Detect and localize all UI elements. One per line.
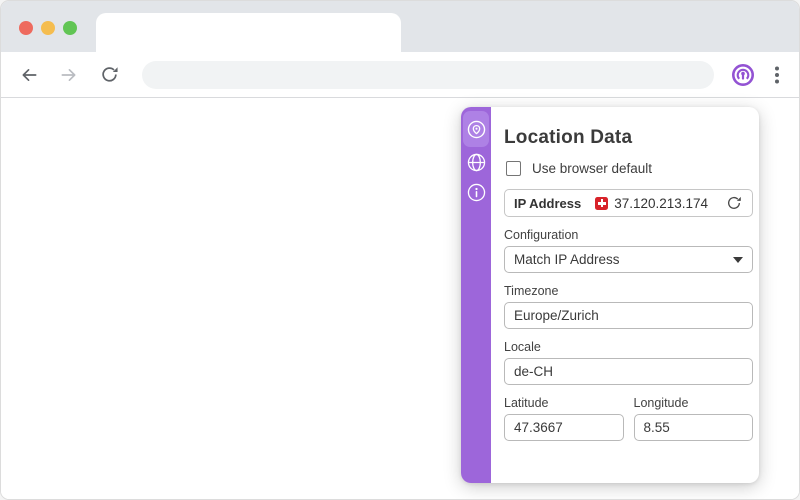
- longitude-input[interactable]: [633, 414, 753, 441]
- timezone-label: Timezone: [504, 284, 559, 298]
- reload-icon: [101, 67, 118, 82]
- longitude-label: Longitude: [633, 396, 689, 410]
- coordinates-row: Latitude Longitude: [504, 385, 753, 441]
- browser-menu-button[interactable]: [764, 60, 790, 90]
- configuration-value: Match IP Address: [514, 252, 620, 267]
- refresh-ip-button[interactable]: [725, 194, 743, 212]
- use-browser-default-row: Use browser default: [504, 159, 753, 177]
- maximize-button[interactable]: [63, 21, 77, 35]
- timezone-input[interactable]: [504, 302, 753, 329]
- popup-title: Location Data: [504, 127, 633, 148]
- locale-input[interactable]: [504, 358, 753, 385]
- ip-address-value: 37.120.213.174: [614, 195, 709, 211]
- kebab-menu-icon: [775, 66, 779, 83]
- use-browser-default-checkbox[interactable]: [506, 160, 521, 176]
- ip-address-row: IP Address 37.120.213.174: [504, 189, 753, 217]
- address-bar[interactable]: [142, 60, 714, 89]
- info-circle-icon: [467, 183, 485, 201]
- globe-icon: [467, 153, 485, 171]
- use-browser-default-label: Use browser default: [532, 160, 653, 176]
- latitude-input[interactable]: [504, 414, 624, 441]
- forward-button[interactable]: [52, 58, 86, 92]
- swiss-flag-icon: [595, 196, 609, 210]
- vytal-extension-icon: [732, 63, 754, 86]
- sidebar-tab-browser[interactable]: [463, 147, 489, 177]
- traffic-lights: [19, 21, 77, 35]
- titlebar: [1, 1, 799, 52]
- sidebar-tab-location[interactable]: [463, 111, 489, 147]
- popup-sidebar: [461, 107, 491, 483]
- page-content: Location Data Use browser default IP Add…: [1, 99, 799, 499]
- arrow-right-icon: [61, 68, 76, 81]
- chevron-down-icon: [733, 256, 743, 263]
- locale-label: Locale: [504, 340, 541, 354]
- arrow-left-icon: [22, 68, 37, 81]
- vytal-extension-button[interactable]: [728, 60, 758, 90]
- ip-address-label: IP Address: [514, 195, 582, 211]
- configuration-label: Configuration: [504, 228, 579, 242]
- location-pin-circle-icon: [467, 120, 485, 138]
- address-input[interactable]: [156, 66, 700, 83]
- browser-window: Location Data Use browser default IP Add…: [0, 0, 800, 500]
- browser-tab[interactable]: [96, 13, 401, 52]
- close-button[interactable]: [19, 21, 33, 35]
- sidebar-tab-info[interactable]: [463, 177, 489, 207]
- minimize-button[interactable]: [41, 21, 55, 35]
- refresh-icon: [728, 196, 741, 209]
- reload-button[interactable]: [92, 58, 126, 92]
- popup-content: Location Data Use browser default IP Add…: [491, 107, 759, 483]
- configuration-select[interactable]: Match IP Address: [504, 246, 753, 273]
- latitude-label: Latitude: [504, 396, 549, 410]
- browser-toolbar: [1, 52, 799, 98]
- vytal-popup: Location Data Use browser default IP Add…: [461, 107, 759, 483]
- back-button[interactable]: [12, 58, 46, 92]
